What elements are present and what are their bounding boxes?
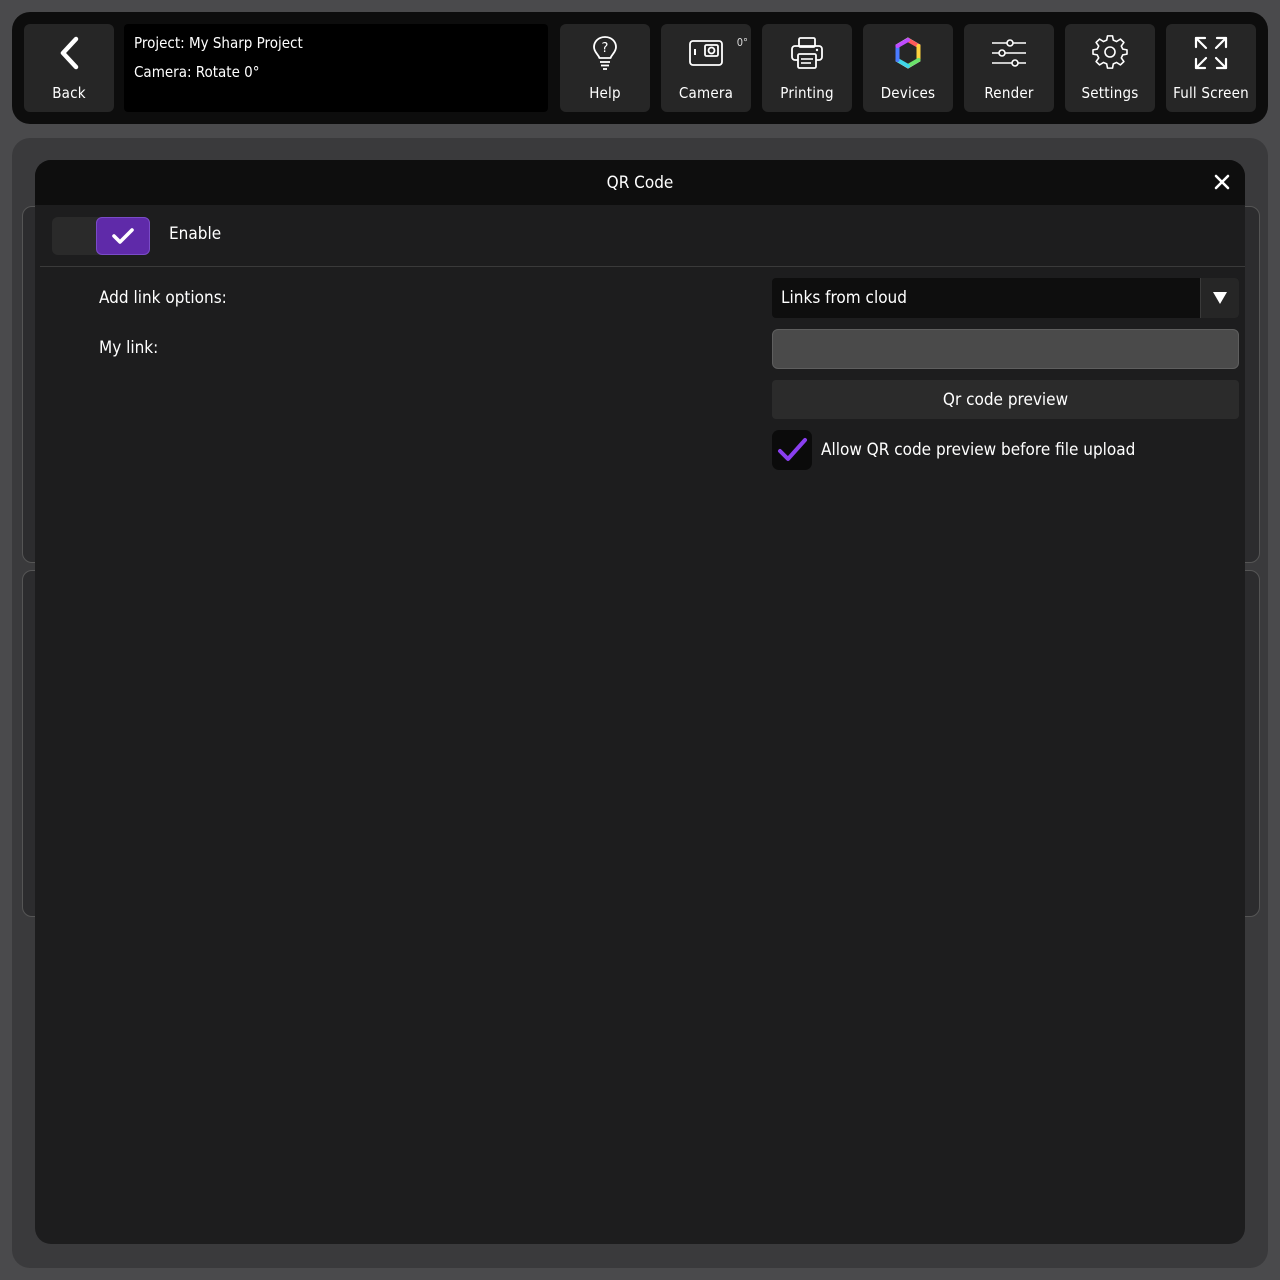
chevron-left-icon [50,34,88,72]
camera-button[interactable]: 0° Camera [661,24,751,112]
camera-status: Camera: Rotate 0° [134,63,260,81]
devices-label: Devices [880,84,936,102]
close-icon[interactable] [1211,171,1233,193]
back-button[interactable]: Back [24,24,114,112]
checkmark-icon [778,438,807,461]
render-label: Render [984,84,1034,102]
my-link-input[interactable] [772,329,1239,369]
gear-icon [1091,34,1129,72]
devices-button[interactable]: Devices [863,24,953,112]
dialog-title: QR Code [606,172,674,193]
allow-preview-checkbox[interactable] [772,430,812,470]
dialog-header: QR Code [35,160,1245,205]
allow-preview-label: Allow QR code preview before file upload [821,440,1136,460]
project-info: Project: My Sharp Project Camera: Rotate… [124,24,548,112]
triangle-down-icon [1200,278,1239,318]
top-toolbar: Back Project: My Sharp Project Camera: R… [12,12,1268,124]
settings-label: Settings [1081,84,1139,102]
link-options-value: Links from cloud [781,288,907,308]
back-label: Back [52,84,86,102]
help-button[interactable]: ? Help [560,24,650,112]
devices-hexagon-icon [889,34,927,72]
my-link-label: My link: [99,338,159,358]
link-options-select[interactable]: Links from cloud [772,278,1239,318]
camera-icon [687,34,725,72]
enable-row: Enable [40,205,1245,267]
fullscreen-button[interactable]: Full Screen [1166,24,1256,112]
svg-text:?: ? [602,41,609,56]
qr-code-dialog: QR Code Enable Add link options: Links f… [35,160,1245,1244]
printing-label: Printing [780,84,834,102]
settings-button[interactable]: Settings [1065,24,1155,112]
printing-button[interactable]: Printing [762,24,852,112]
checkmark-icon [112,228,134,244]
render-button[interactable]: Render [964,24,1054,112]
toggle-knob [96,217,150,255]
link-options-label: Add link options: [99,288,227,308]
camera-rotation-badge: 0° [736,36,748,49]
printer-icon [788,34,826,72]
enable-label: Enable [169,224,222,244]
lightbulb-question-icon: ? [586,34,624,72]
help-label: Help [589,84,621,102]
fullscreen-label: Full Screen [1173,84,1249,102]
enable-toggle[interactable] [52,217,150,255]
camera-label: Camera [678,84,734,102]
sliders-icon [990,34,1028,72]
qr-code-preview-button[interactable]: Qr code preview [772,380,1239,419]
expand-arrows-icon [1192,34,1230,72]
project-name: Project: My Sharp Project [134,34,303,52]
